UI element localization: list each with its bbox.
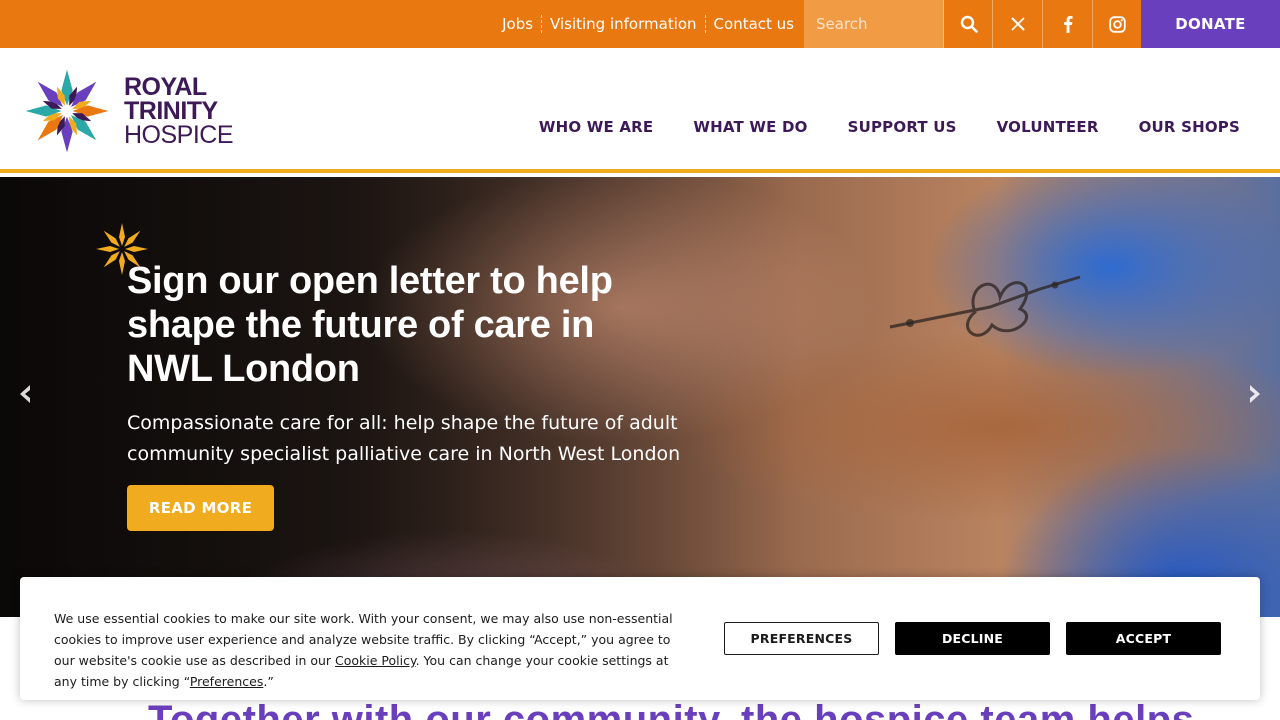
hero-subtitle: Compassionate care for all: help shape t… [127,412,681,465]
donate-button[interactable]: DONATE [1141,0,1280,48]
visiting-information-link[interactable]: Visiting information [550,15,697,33]
hero-title: Sign our open letter to help shape the f… [127,260,613,390]
contact-us-link[interactable]: Contact us [714,15,794,33]
twitter-x-button[interactable] [992,0,1042,48]
cookie-decline-button[interactable]: DECLINE [895,622,1050,655]
facebook-icon [1063,16,1072,33]
cookie-message: We use essential cookies to make our sit… [54,608,694,692]
facebook-button[interactable] [1042,0,1092,48]
site-header: ROYAL TRINITY HOSPICE WHO WE ARE WHAT WE… [0,48,1280,173]
main-navigation: WHO WE ARE WHAT WE DO SUPPORT US VOLUNTE… [499,118,1240,136]
top-utility-bar: Jobs Visiting information Contact us DON… [0,0,1280,48]
instagram-button[interactable] [1092,0,1142,48]
chevron-left-icon [20,385,30,403]
nav-what-we-do[interactable]: WHAT WE DO [693,118,807,136]
divider [541,15,543,33]
nav-volunteer[interactable]: VOLUNTEER [997,118,1099,136]
logo-line-hospice: HOSPICE [124,121,234,149]
utility-links: Jobs Visiting information Contact us [502,0,794,48]
cookie-text-end: .” [263,674,274,689]
chevron-right-icon [1250,385,1260,403]
carousel-prev-button[interactable] [14,382,38,406]
logo-line-trinity: TRINITY [124,97,218,125]
cookie-policy-link[interactable]: Cookie Policy [335,653,416,668]
section-heading: Together with our community, the hospice… [148,698,1195,720]
search-icon [960,15,978,33]
hospice-logo-mark [25,69,109,153]
nav-support-us[interactable]: SUPPORT US [848,118,957,136]
royal-trinity-hospice-logo[interactable]: ROYAL TRINITY HOSPICE [20,64,234,158]
x-twitter-icon [1010,17,1025,31]
nav-who-we-are[interactable]: WHO WE ARE [539,118,654,136]
divider [704,15,706,33]
carousel-next-button[interactable] [1242,382,1266,406]
cookie-preferences-button[interactable]: PREFERENCES [724,622,879,655]
instagram-icon [1109,15,1126,33]
tattoo-detail [889,275,1081,337]
hero-carousel: Sign our open letter to help shape the f… [0,177,1280,617]
logo-wordmark: ROYAL TRINITY HOSPICE [124,73,234,149]
nav-our-shops[interactable]: OUR SHOPS [1139,118,1240,136]
jobs-link[interactable]: Jobs [502,15,533,33]
read-more-button[interactable]: READ MORE [127,485,274,531]
cookie-accept-button[interactable]: ACCEPT [1066,622,1221,655]
cookie-consent-banner: We use essential cookies to make our sit… [20,577,1260,700]
search-button[interactable] [943,0,993,48]
search-input[interactable] [804,0,944,48]
logo-line-royal: ROYAL [124,73,207,101]
preferences-link[interactable]: Preferences [190,674,264,689]
